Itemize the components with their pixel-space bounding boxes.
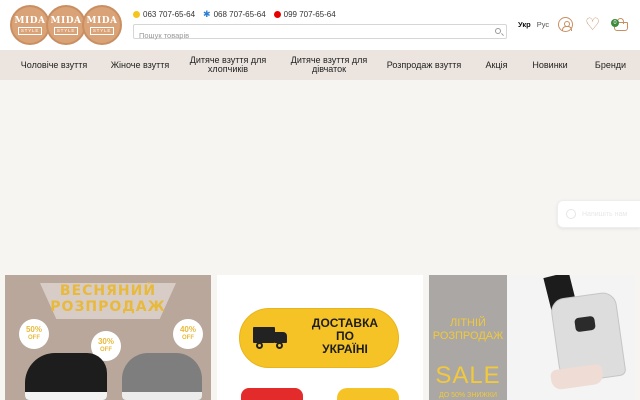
- search-input[interactable]: [134, 29, 474, 42]
- truck-icon: [253, 327, 287, 349]
- sneaker-photo: [507, 275, 635, 400]
- site-logo[interactable]: MIDA STYLE MIDA STYLE MIDA STYLE: [10, 5, 122, 45]
- kyivstar-icon: ✱: [203, 9, 211, 19]
- chat-widget[interactable]: Напишіть нам: [557, 200, 640, 228]
- logo-circle-1: MIDA STYLE: [10, 5, 50, 45]
- banner-title: ВЕСНЯНИЙ РОЗПРОДАЖ: [50, 283, 166, 315]
- banner-delivery[interactable]: ДОСТАВКА ПО УКРАЇНІ: [217, 275, 423, 400]
- logo-circle-2: MIDA STYLE: [46, 5, 86, 45]
- cart-icon[interactable]: 0: [611, 17, 629, 32]
- sale-label: SALE: [435, 362, 501, 389]
- nav-promo[interactable]: Акція: [474, 50, 519, 80]
- promo-banners: ВЕСНЯНИЙ РОЗПРОДАЖ 50% OFF 30% OFF 40% O…: [0, 275, 640, 400]
- nav-girls[interactable]: Дитяче взуття для дівчаток: [284, 50, 374, 80]
- nav-sale[interactable]: Розпродаж взуття: [374, 50, 474, 80]
- shoe-image-black: [25, 353, 107, 400]
- lang-rus[interactable]: Рус: [537, 20, 549, 29]
- phone-list: 063 707-65-64 ✱ 068 707-65-64 099 707-65…: [133, 10, 336, 19]
- hero-slider: [0, 80, 640, 275]
- search-box: [133, 24, 507, 42]
- sneaker-accent: [574, 315, 596, 333]
- search-icon[interactable]: [495, 28, 501, 34]
- lifecell-icon: [133, 11, 140, 18]
- chat-icon: [566, 209, 576, 219]
- nav-new[interactable]: Новинки: [519, 50, 581, 80]
- heart-icon[interactable]: ♡: [585, 16, 602, 33]
- user-icon[interactable]: [558, 17, 573, 32]
- language-switcher: Укр Рус: [518, 20, 549, 29]
- delivery-text: ДОСТАВКА ПО УКРАЇНІ: [311, 316, 379, 356]
- main-nav: Чоловіче взуття Жіноче взуття Дитяче взу…: [0, 50, 640, 80]
- lang-ukr[interactable]: Укр: [518, 20, 531, 29]
- cart-count-badge: 0: [611, 19, 619, 27]
- payment-logo-yellow: [337, 388, 399, 400]
- phone-lifecell[interactable]: 063 707-65-64: [133, 10, 195, 19]
- site-header: MIDA STYLE MIDA STYLE MIDA STYLE 063 707…: [0, 0, 640, 50]
- nav-boys[interactable]: Дитяче взуття для хлопчиків: [172, 50, 284, 80]
- discount-badge: 50% OFF: [19, 319, 49, 349]
- nav-men[interactable]: Чоловіче взуття: [0, 50, 108, 80]
- nav-brands[interactable]: Бренди: [581, 50, 640, 80]
- phone-kyivstar[interactable]: ✱ 068 707-65-64: [203, 9, 266, 20]
- summer-title: ЛІТНІЙ РОЗПРОДАЖ: [432, 317, 504, 342]
- banner-spring-sale[interactable]: ВЕСНЯНИЙ РОЗПРОДАЖ 50% OFF 30% OFF 40% O…: [5, 275, 211, 400]
- logo-circle-3: MIDA STYLE: [82, 5, 122, 45]
- vodafone-icon: [273, 11, 281, 18]
- shoe-image-grey: [122, 353, 202, 400]
- phone-vodafone[interactable]: 099 707-65-64: [273, 10, 336, 19]
- nav-women[interactable]: Жіноче взуття: [108, 50, 172, 80]
- discount-badge: 40% OFF: [173, 319, 203, 349]
- banner-summer-sale[interactable]: ЛІТНІЙ РОЗПРОДАЖ SALE ДО 50% ЗНИЖКИ: [429, 275, 635, 400]
- payment-logo-red: [241, 388, 303, 400]
- sale-sub: ДО 50% ЗНИЖКИ: [439, 392, 497, 399]
